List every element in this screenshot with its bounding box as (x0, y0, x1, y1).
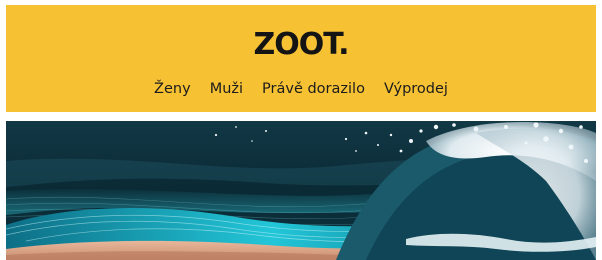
site-header: ZOOT. Ženy Muži Právě dorazilo Výprodej (6, 5, 596, 112)
nav-item-vyprodej[interactable]: Výprodej (384, 79, 448, 99)
ocean-wave-image (6, 121, 596, 260)
zoot-logo[interactable]: ZOOT. (6, 27, 596, 63)
nav-item-muzi[interactable]: Muži (210, 79, 243, 99)
nav-item-prave-dorazilo[interactable]: Právě dorazilo (262, 79, 365, 99)
hero-banner[interactable] (6, 121, 596, 260)
main-navigation: Ženy Muži Právě dorazilo Výprodej (6, 79, 596, 99)
nav-item-zeny[interactable]: Ženy (154, 79, 191, 99)
